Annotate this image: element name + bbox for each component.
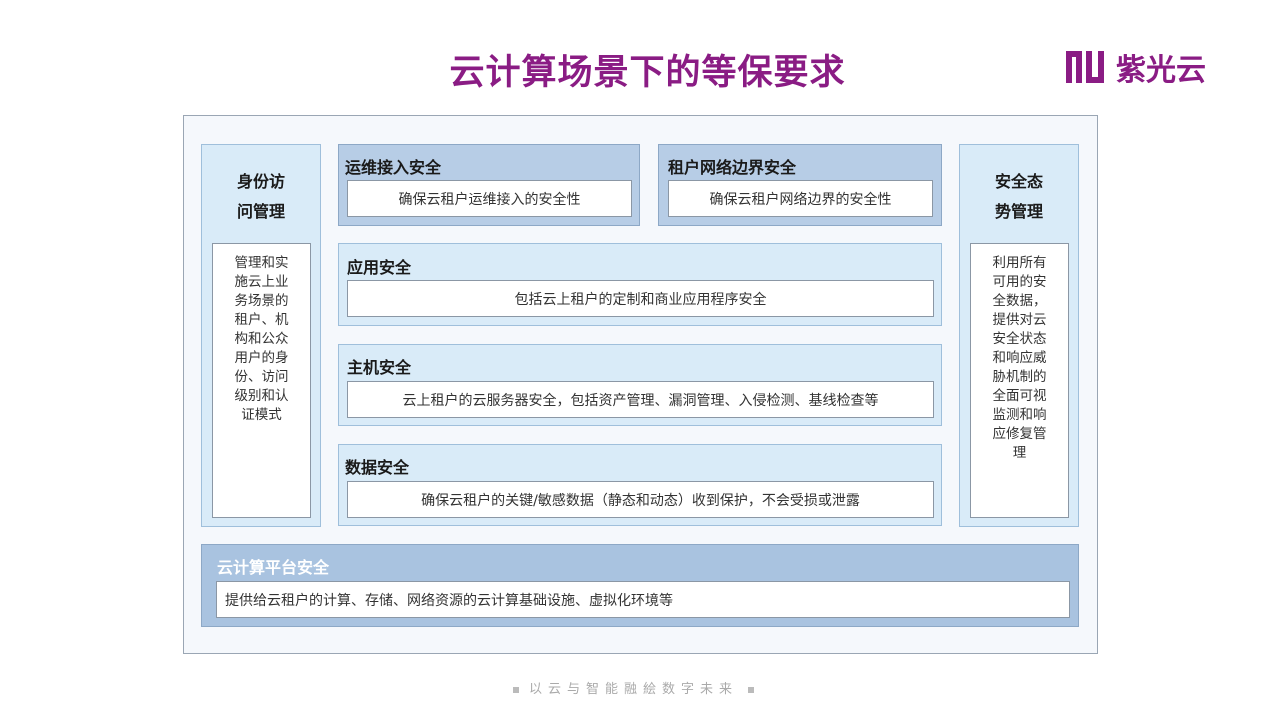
platform-security-title: 云计算平台安全 (217, 558, 330, 577)
host-security-title: 主机安全 (347, 358, 412, 377)
host-security-desc: 云上租户的云服务器安全，包括资产管理、漏洞管理、入侵检测、基线检查等 (347, 381, 934, 418)
logo-text: 紫光云 (1116, 53, 1206, 88)
app-security-title: 应用安全 (347, 258, 412, 277)
brand-logo: 紫光云 (1062, 43, 1206, 91)
footer-square-icon (512, 686, 519, 693)
ops-access-title: 运维接入安全 (345, 158, 442, 177)
diagram-frame: 身份访 问管理 管理和实 施云上业 务场景的 租户、机 构和公众 用户的身 份、访问 级别… (183, 115, 1098, 654)
footer-slogan: 以云与智能融絵数字未来 (0, 678, 1267, 697)
tenant-boundary-section: 租户网络边界安全 确保云租户网络边界的安全性 (658, 144, 942, 226)
identity-access-panel: 身份访 问管理 管理和实 施云上业 务场景的 租户、机 构和公众 用户的身 份、访问 级别… (201, 144, 321, 527)
identity-access-title: 身份访 问管理 (236, 172, 285, 221)
unisyscloud-logo-icon (1066, 51, 1104, 83)
app-security-desc: 包括云上租户的定制和商业应用程序安全 (347, 280, 934, 317)
tenant-boundary-desc: 确保云租户网络边界的安全性 (668, 180, 933, 217)
security-posture-desc: 利用所有 可用的安 全数据， 提供对云 安全状态 和响应威 胁机制的 全面可视 监测和响… (970, 243, 1069, 518)
ops-access-desc: 确保云租户运维接入的安全性 (347, 180, 632, 217)
security-posture-title: 安全态 势管理 (994, 172, 1043, 221)
host-security-section: 主机安全 云上租户的云服务器安全，包括资产管理、漏洞管理、入侵检测、基线检查等 (338, 344, 942, 426)
security-posture-panel: 安全态 势管理 利用所有 可用的安 全数据， 提供对云 安全状态 和响应威 胁机制的 全面… (959, 144, 1079, 527)
identity-access-desc: 管理和实 施云上业 务场景的 租户、机 构和公众 用户的身 份、访问 级别和认 证模式 (212, 243, 311, 518)
data-security-title: 数据安全 (345, 458, 410, 477)
data-security-section: 数据安全 确保云租户的关键/敏感数据（静态和动态）收到保护，不会受损或泄露 (338, 444, 942, 526)
tenant-boundary-title: 租户网络边界安全 (668, 158, 797, 177)
app-security-section: 应用安全 包括云上租户的定制和商业应用程序安全 (338, 243, 942, 326)
data-security-desc: 确保云租户的关键/敏感数据（静态和动态）收到保护，不会受损或泄露 (347, 481, 934, 518)
platform-security-desc: 提供给云租户的计算、存储、网络资源的云计算基础设施、虚拟化环境等 (216, 581, 1070, 618)
footer-square-icon (748, 686, 754, 693)
platform-security-section: 云计算平台安全 提供给云租户的计算、存储、网络资源的云计算基础设施、虚拟化环境等 (201, 544, 1079, 627)
ops-access-section: 运维接入安全 确保云租户运维接入的安全性 (338, 144, 640, 226)
